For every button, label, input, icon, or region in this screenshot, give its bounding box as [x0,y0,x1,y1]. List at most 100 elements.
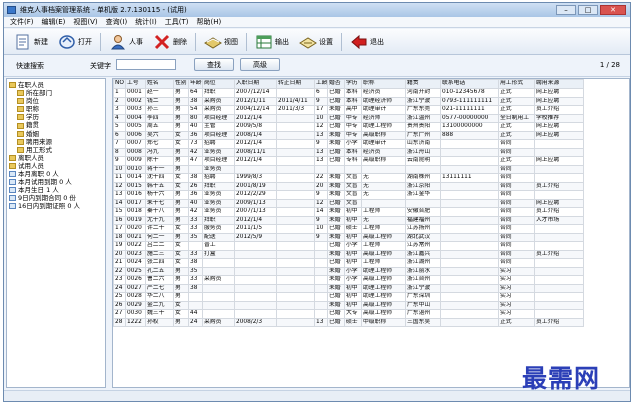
column-header[interactable]: 入职日期 [234,79,277,89]
table-cell: 35 [188,232,203,242]
menu-view[interactable]: 视图(V) [73,17,97,27]
table-cell [440,258,499,268]
table-cell: 6 [314,88,328,98]
column-header[interactable]: 学历 [344,79,362,89]
tree-node[interactable]: 在职人员 [9,81,105,89]
table-cell: 浙江宁波 [405,283,441,293]
table-cell: 拜职 [202,88,235,98]
table-row[interactable]: 11 0014 沈十四女 38 招聘 1999/8/3 22 未婚 文盲无湖南株州 1311111… [113,173,584,183]
table-row[interactable]: 27 0030 魏三十女 44 已婚 大专 高级工程师 广东湛州 实习 [113,309,584,319]
table-cell: 女 [173,309,189,319]
table-cell: 0020 [125,224,146,234]
column-header[interactable]: 岗位 [202,79,235,89]
table-cell: 魏三十 [145,309,174,319]
table-row[interactable]: 18 0021 何二一男 35 配送 2012/5/9 9 未婚 初中 高级工程师 湖北武汉 合同 [113,232,584,242]
table-row[interactable]: 14 0017 朱十七男 40 业务员 2009/1/13 12 已婚 文盲 合同 网上应聘 [113,198,584,208]
column-header[interactable]: 转正日期 [276,79,315,89]
table-cell [276,283,315,293]
table-row[interactable]: 28 1222 孙权男 24 采购员 2008/2/3 13 已婚 硕士 中级职称 三国东吴 正式 员工… [113,317,584,327]
menu-query[interactable]: 查询(I) [106,17,128,27]
menu-edit[interactable]: 编辑(E) [42,17,66,27]
column-header[interactable]: 用工形式 [498,79,535,89]
table-cell: 0009 [125,156,146,166]
exit-button[interactable]: 退出 [346,31,388,53]
table-row[interactable]: 16 0019 尤十九男 33 拜职 2012/1/4 9 未婚 初中无福建福州 合同 人才市场 [113,215,584,225]
table-row[interactable]: 17 0020 许二十女 33 服务员 2011/1/5 10 已婚 硕士 工程师 江苏扬州 合同 [113,224,584,234]
column-header[interactable]: 工号 [125,79,146,89]
table-row[interactable]: 12 0015 韩十五女 26 拜职 2001/8/19 20 未婚 文盲无浙江京阳 合同 员工介绍 [113,181,584,191]
table-row[interactable]: 26 0029 金二九女 未婚 初中 高级工程师 广东中山 实习 [113,300,584,310]
find-button[interactable]: 查找 [194,58,234,71]
settings-button[interactable]: 设置 [295,31,337,53]
tree-node-label: 婚姻 [26,129,39,138]
table-row[interactable]: 22 0025 孔二五男 35 未婚 小学 助理工程师 浙江丽水 实习 [113,266,584,276]
close-button[interactable]: ✕ [600,5,626,15]
open-button[interactable]: 打开 [54,31,96,53]
tree-node[interactable]: 本月离职 0 人 [9,170,105,178]
table-row[interactable]: 13 0016 杨十六男 36 业务员 2012/2/29 9 未婚 文盲无浙江金华 合同 [113,190,584,200]
tree-node[interactable]: 岗位 [9,97,105,105]
view-button[interactable]: 视图 [200,31,242,53]
minimize-button[interactable]: – [556,5,576,15]
menu-stats[interactable]: 统计(I) [135,17,157,27]
column-header[interactable]: 联系电话 [440,79,499,89]
table-row[interactable]: 24 0027 严二七男 38 未婚 初中 助理工程师 浙江宁波 实习 [113,283,584,293]
tree-node[interactable]: 婚姻 [9,130,105,138]
table-row[interactable]: 20 0023 施二三女 33 打盒 未婚 初中 高级工程师 浙江嘉兴 合同 员工介绍 [113,249,584,259]
new-button[interactable]: 新建 [10,31,52,53]
column-header[interactable]: 工龄 [314,79,328,89]
menu-file[interactable]: 文件(F) [10,17,34,27]
table-cell [234,309,277,319]
column-header[interactable]: 姓名 [145,79,174,89]
tree-node[interactable]: 籍贯 [9,121,105,129]
table-row[interactable]: 6 0006 吴六女 36 项目经理 2008/1/4 13 未婚 中专 高级职称 广东广州 888 正… [113,130,584,140]
table-row[interactable]: 7 0007 郑七女 73 招聘 2012/1/4 9 未婚 小学 助理审计 山东济南 合同 [113,139,584,149]
table-row[interactable]: 15 0018 秦十八男 42 业务员 2007/1/13 14 未婚 初中 工程师 安徽合肥 合同员… [113,207,584,217]
table-cell [234,249,277,259]
keyword-input[interactable] [116,59,176,70]
table-cell: 已婚 [327,88,345,98]
tree-node[interactable]: 所在部门 [9,89,105,97]
table-row[interactable]: 4 0004 李四男 80 项目经理 2012/1/4 10 已婚 中专 经济师 浙江温州 0577-… [113,113,584,123]
table-row[interactable]: 9 0009 陈十男 47 项目经理 2012/1/4 13 已婚 专科 高级职称 云南昆明 正式 网上… [113,156,584,166]
menu-tools[interactable]: 工具(T) [165,17,189,27]
category-tree: 在职人员 所在部门 岗位 职称 学历 籍贯 婚姻 聘用来源 用工形式 离职人员 试用人员 本月离职 0… [6,78,106,388]
table-row[interactable]: 3 0003 孙三男 54 采购员 2004/12/14 2011/3/3 17 未婚 高中 助理审… [113,105,584,115]
table-cell: 女 [173,173,189,183]
tree-node[interactable]: 离职人员 [9,154,105,162]
tree-node[interactable]: 职称 [9,105,105,113]
column-header[interactable]: 籍贯 [405,79,441,89]
tree-node[interactable]: 16日内到期证照 0 人 [9,202,105,210]
table-row[interactable]: 8 0008 冯九男 42 业务员 2008/11/1 13 已婚 本科 经济员 浙江舟山 合同 [113,147,584,157]
table-row[interactable]: 21 0024 张二四女 38 已婚 初中 工程师 浙江湖州 合同 [113,258,584,268]
table-row[interactable]: 23 0026 曹二六男 33 采购员 未婚 小学 高级工程师 浙江台州 实习 [113,275,584,285]
table-cell [276,88,315,98]
table-cell: 浙江宁波 [405,96,441,106]
table-cell: 11 [113,173,126,183]
table-row[interactable]: 5 0005 周五男 40 主管 2009/5/8 12 已婚 中专 助理工程师 贵州贵阳 13100… [113,122,584,132]
column-header[interactable]: 性别 [173,79,189,89]
column-header[interactable]: 聘用来源 [534,79,584,89]
table-row[interactable]: 10 0010 蒋十一男 业务员 合同 [113,164,584,174]
table-row[interactable]: 25 0028 华二八男 已婚 初中 助理工程师 广东深圳 实习 [113,292,584,302]
column-header[interactable]: 年龄 [188,79,203,89]
column-header[interactable]: 婚否 [327,79,345,89]
column-header[interactable]: NO [113,79,126,89]
tree-node-label: 离职人员 [18,153,44,162]
table-row[interactable]: 1 0001 赵一男 64 拜职 2007/12/14 6 已婚 本科 经济员 河南开封 010-12… [113,88,584,98]
tree-node[interactable]: 试用人员 [9,162,105,170]
person-button[interactable]: 人事 [105,31,147,53]
table-cell: 孙三 [145,105,174,115]
export-button[interactable]: 输出 [251,31,293,53]
tree-node[interactable]: 本月试用到期 0 人 [9,178,105,186]
table-row[interactable]: 19 0022 吕二二女 普工 已婚 小学 工程师 江苏常州 合同 [113,241,584,251]
maximize-button[interactable]: □ [578,5,598,15]
tree-node[interactable]: 学历 [9,113,105,121]
advanced-button[interactable]: 高级 [240,58,280,71]
table-row[interactable]: 2 0002 钱二男 38 采购员 2012/1/11 2011/4/11 9 已婚 本科 助理经济… [113,96,584,106]
tree-node[interactable]: 聘用来源 [9,138,105,146]
tree-node[interactable]: 用工形式 [9,146,105,154]
delete-button[interactable]: 删除 [149,31,191,53]
column-header[interactable]: 职称 [361,79,406,89]
menu-help[interactable]: 帮助(H) [196,17,221,27]
